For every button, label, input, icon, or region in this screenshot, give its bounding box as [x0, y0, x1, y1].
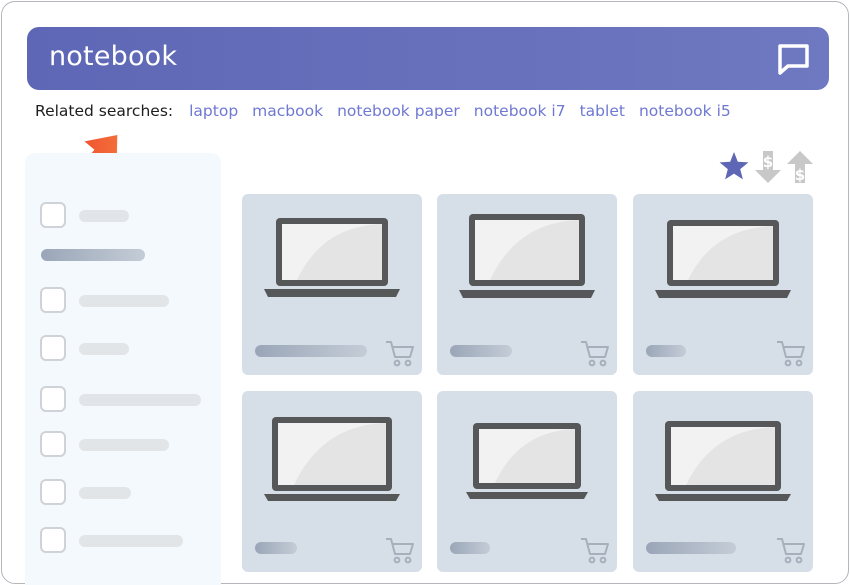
- filter-label-placeholder: [79, 439, 169, 451]
- chat-search-icon[interactable]: [775, 43, 811, 75]
- filter-checkbox[interactable]: [40, 527, 66, 553]
- filter-label-placeholder: [79, 394, 201, 406]
- price-low-to-high-icon[interactable]: $: [754, 150, 782, 188]
- laptop-image-icon: [457, 214, 597, 304]
- cart-icon[interactable]: [385, 536, 415, 564]
- related-link-tablet[interactable]: tablet: [580, 102, 625, 120]
- search-input[interactable]: notebook: [49, 41, 177, 72]
- svg-text:$: $: [795, 166, 805, 184]
- related-link-notebook-paper[interactable]: notebook paper: [337, 102, 460, 120]
- filter-label-placeholder: [79, 487, 131, 499]
- laptop-image-icon: [262, 415, 402, 507]
- price-placeholder: [255, 345, 367, 357]
- filter-label-placeholder: [79, 210, 129, 222]
- sort-controls: $ $: [718, 150, 818, 184]
- related-link-notebook-i7[interactable]: notebook i7: [474, 102, 566, 120]
- cart-icon[interactable]: [580, 339, 610, 367]
- filter-checkbox[interactable]: [40, 431, 66, 457]
- price-placeholder: [450, 345, 512, 357]
- product-card[interactable]: [242, 194, 422, 375]
- related-link-laptop[interactable]: laptop: [189, 102, 238, 120]
- search-bar[interactable]: notebook: [27, 27, 829, 90]
- laptop-image-icon: [262, 216, 402, 304]
- filter-label-placeholder: [79, 535, 183, 547]
- cart-icon[interactable]: [776, 339, 806, 367]
- filter-heading-placeholder: [41, 249, 145, 261]
- price-placeholder: [646, 345, 686, 357]
- product-card[interactable]: [437, 194, 617, 375]
- related-link-notebook-i5[interactable]: notebook i5: [639, 102, 731, 120]
- app-frame: notebook Related searches: laptop macboo…: [1, 1, 849, 585]
- svg-text:$: $: [763, 153, 773, 171]
- related-link-macbook[interactable]: macbook: [252, 102, 323, 120]
- filter-checkbox[interactable]: [40, 287, 66, 313]
- related-searches-label: Related searches:: [35, 102, 174, 120]
- filter-label-placeholder: [79, 343, 129, 355]
- price-placeholder: [450, 542, 490, 554]
- product-card[interactable]: [633, 194, 813, 375]
- filter-checkbox[interactable]: [40, 202, 66, 228]
- filter-checkbox[interactable]: [40, 386, 66, 412]
- star-icon[interactable]: [718, 150, 750, 186]
- cart-icon[interactable]: [776, 536, 806, 564]
- price-placeholder: [255, 542, 297, 554]
- cart-icon[interactable]: [385, 339, 415, 367]
- laptop-image-icon: [653, 419, 793, 507]
- filter-checkbox[interactable]: [40, 479, 66, 505]
- filter-sidebar: [25, 153, 221, 585]
- product-card[interactable]: [242, 391, 422, 572]
- cart-icon[interactable]: [580, 536, 610, 564]
- product-card[interactable]: [633, 391, 813, 572]
- price-placeholder: [646, 542, 736, 554]
- related-searches: Related searches: laptop macbook noteboo…: [35, 101, 745, 121]
- price-high-to-low-icon[interactable]: $: [786, 150, 814, 188]
- filter-label-placeholder: [79, 295, 169, 307]
- laptop-image-icon: [465, 421, 589, 505]
- filter-checkbox[interactable]: [40, 335, 66, 361]
- product-card[interactable]: [437, 391, 617, 572]
- laptop-image-icon: [653, 218, 793, 304]
